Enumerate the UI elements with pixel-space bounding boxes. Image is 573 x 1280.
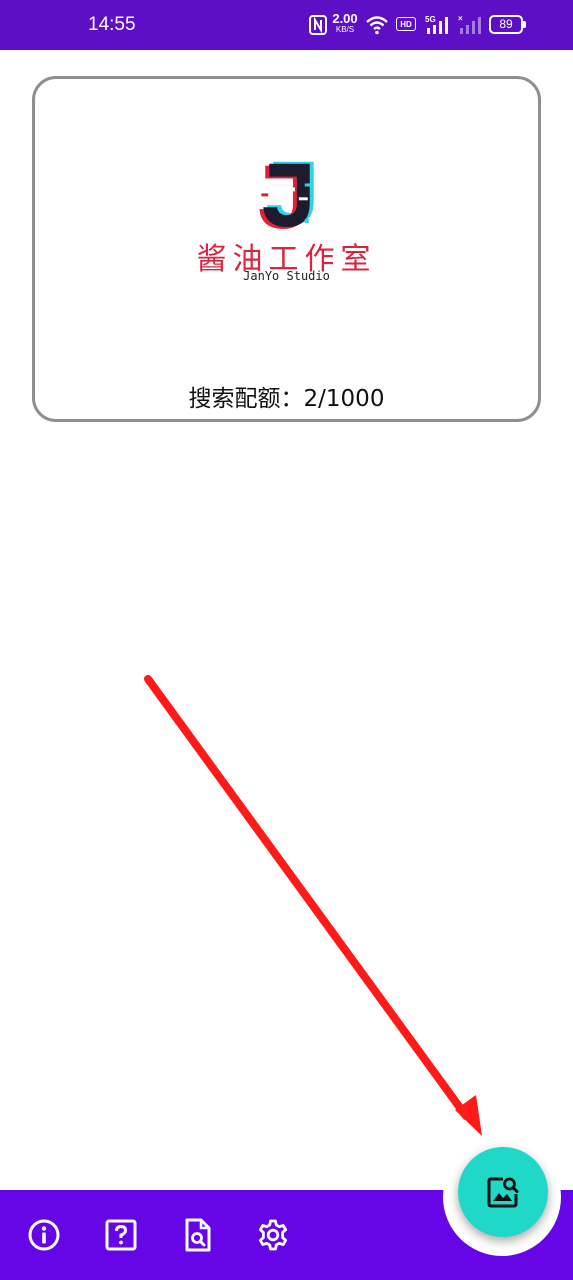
battery-indicator: 89 <box>489 15 526 34</box>
signal-5g-icon: 5G <box>425 15 448 34</box>
document-search-icon <box>185 1218 211 1252</box>
settings-icon <box>258 1219 288 1251</box>
network-speed: 2.00 KB/S <box>330 12 360 34</box>
status-bar: 14:55 2.00 KB/S HD 5G × 89 <box>0 0 573 50</box>
info-icon <box>28 1219 60 1251</box>
status-time: 14:55 <box>88 14 136 35</box>
network-speed-unit: KB/S <box>335 25 355 34</box>
image-search-icon <box>487 1177 519 1208</box>
nfc-icon <box>309 15 327 35</box>
signal-no-service-icon: × <box>458 14 481 34</box>
wifi-icon <box>366 16 388 35</box>
j-glitch-logo-icon <box>259 161 314 229</box>
studio-logo <box>259 161 314 229</box>
image-search-fab[interactable] <box>458 1147 548 1237</box>
svg-text:×: × <box>458 14 463 23</box>
info-button[interactable] <box>27 1218 61 1252</box>
help-icon <box>105 1219 137 1251</box>
quota-card: 酱油工作室 JanYo Studio 搜索配额：2/1000 <box>32 76 541 422</box>
network-speed-value: 2.00 <box>332 11 358 26</box>
network-type-label: 5G <box>425 15 436 24</box>
settings-button[interactable] <box>256 1218 290 1252</box>
search-quota-label: 搜索配额：2/1000 <box>188 386 385 412</box>
document-search-button[interactable] <box>181 1218 215 1252</box>
help-button[interactable] <box>104 1218 138 1252</box>
hd-voice-badge: HD <box>396 17 416 31</box>
studio-subtitle: JanYo Studio <box>243 269 330 283</box>
